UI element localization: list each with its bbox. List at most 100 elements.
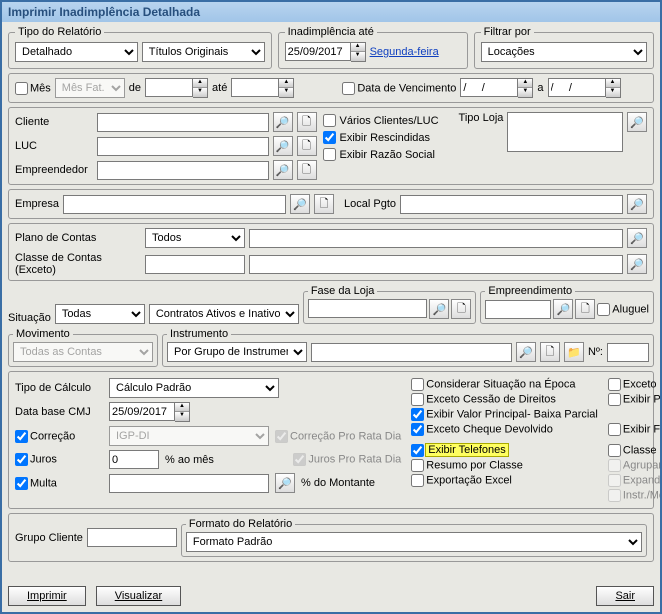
juros-checkbox[interactable] <box>15 453 28 466</box>
classe-contas-input[interactable] <box>249 255 623 274</box>
mes-check-label[interactable]: Mês <box>15 82 51 95</box>
empreendimento-input[interactable] <box>485 300 551 319</box>
movimento-select: Todas as Contas <box>13 342 153 362</box>
empresa-input[interactable] <box>63 195 286 214</box>
resumo-classe-check[interactable]: Resumo por Classe <box>411 459 598 472</box>
fase-loja-input[interactable] <box>308 299 428 318</box>
database-spinner[interactable]: ▲▼ <box>175 402 190 422</box>
clear-icon[interactable]: 🗋 <box>297 112 317 132</box>
instrumento-select[interactable]: Por Grupo de Instrumen <box>167 342 307 362</box>
exibir-parcial-check[interactable]: Exibir Parcial <box>608 393 660 406</box>
binoculars-icon[interactable]: 🔎 <box>273 112 293 132</box>
database-input[interactable] <box>109 402 175 421</box>
cliente-input[interactable] <box>97 113 269 132</box>
titulos-select[interactable]: Títulos Originais <box>142 42 265 62</box>
clear-icon[interactable]: 🗋 <box>575 299 595 319</box>
empreendedor-label: Empreendedor <box>15 164 93 176</box>
exc-ia-check[interactable]: Exceto IA <box>608 378 660 391</box>
no-input[interactable] <box>607 343 649 362</box>
date-spinner[interactable]: ▲▼ <box>351 42 366 62</box>
luc-input[interactable] <box>97 137 269 156</box>
mes-de-input[interactable] <box>145 78 193 97</box>
correcao-check[interactable]: Correção <box>15 430 103 443</box>
mes-ate-input[interactable] <box>231 78 279 97</box>
razao-checkbox[interactable] <box>323 148 336 161</box>
exibir-telefones-check[interactable]: Exibir Telefones <box>411 444 598 457</box>
inadimplencia-date-input[interactable] <box>285 42 351 61</box>
luc-label: LUC <box>15 140 93 152</box>
tipoloja-input[interactable] <box>507 112 623 152</box>
plano-contas-label: Plano de Contas <box>15 232 141 244</box>
instrumento-input[interactable] <box>311 343 512 362</box>
clear-icon[interactable]: 🗋 <box>451 299 471 319</box>
plano-contas-input[interactable] <box>249 229 623 248</box>
vcto-de-input[interactable] <box>460 78 518 97</box>
igp-select: IGP-DI <box>109 426 269 446</box>
varios-checkbox[interactable] <box>323 114 336 127</box>
binoculars-icon[interactable]: 🔎 <box>429 299 449 319</box>
situacao-select[interactable]: Todas <box>55 304 145 324</box>
exibir-rescind-check[interactable]: Exibir Rescindidas <box>323 131 453 144</box>
clear-icon[interactable]: 🗋 <box>297 160 317 180</box>
multa-input[interactable] <box>109 474 269 493</box>
folder-icon[interactable]: 📁 <box>564 342 584 362</box>
local-pgto-input[interactable] <box>400 195 623 214</box>
mes-de-spinner[interactable]: ▲▼ <box>193 78 208 98</box>
exc-cheque-check[interactable]: Exceto Cheque Devolvido <box>411 423 598 436</box>
binoculars-icon[interactable]: 🔎 <box>627 194 647 214</box>
binoculars-icon[interactable]: 🔎 <box>627 228 647 248</box>
vcto-check-label[interactable]: Data de Vencimento <box>342 82 456 95</box>
tipo-calculo-select[interactable]: Cálculo Padrão <box>109 378 279 398</box>
prorata-check: Correção Pro Rata Dia <box>275 430 401 443</box>
vcto-de-spinner[interactable]: ▲▼ <box>518 78 533 98</box>
day-of-week-link[interactable]: Segunda-feira <box>370 46 439 58</box>
rescind-checkbox[interactable] <box>323 131 336 144</box>
formato-select[interactable]: Formato Padrão <box>186 532 642 552</box>
agrupar-check: Agrupar <box>608 459 660 472</box>
exibir-valor-check[interactable]: Exibir Valor Principal- Baixa Parcial <box>411 408 598 421</box>
grupo-cliente-input[interactable] <box>87 528 177 547</box>
correcao-checkbox[interactable] <box>15 430 28 443</box>
exibir-razao-check[interactable]: Exibir Razão Social <box>323 148 453 161</box>
aluguel-checkbox[interactable] <box>597 303 610 316</box>
clear-icon[interactable]: 🗋 <box>314 194 334 214</box>
multa-check[interactable]: Multa <box>15 477 103 490</box>
vcto-checkbox[interactable] <box>342 82 355 95</box>
binoculars-icon[interactable]: 🔎 <box>290 194 310 214</box>
filtrar-por-select[interactable]: Locações <box>481 42 647 62</box>
juros-input[interactable] <box>109 450 159 469</box>
sair-button[interactable]: Sair <box>596 586 654 606</box>
visualizar-button[interactable]: Visualizar <box>96 586 182 606</box>
binoculars-icon[interactable]: 🔎 <box>627 254 647 274</box>
export-excel-check[interactable]: Exportação Excel <box>411 474 598 487</box>
vcto-ate-input[interactable] <box>548 78 606 97</box>
pct-montante-label: % do Montante <box>301 477 375 489</box>
vcto-ate-spinner[interactable]: ▲▼ <box>606 78 621 98</box>
binoculars-icon[interactable]: 🔎 <box>273 160 293 180</box>
clear-icon[interactable]: 🗋 <box>540 342 560 362</box>
juros-check[interactable]: Juros <box>15 453 103 466</box>
plano-contas-select[interactable]: Todos <box>145 228 245 248</box>
clear-icon[interactable]: 🗋 <box>297 136 317 156</box>
situacao-label: Situação <box>8 312 51 324</box>
classe-contas-label: Classe de Contas (Exceto) <box>15 252 141 276</box>
sit-epoca-check[interactable]: Considerar Situação na Época <box>411 378 598 391</box>
binoculars-icon[interactable]: 🔎 <box>516 342 536 362</box>
contratos-select[interactable]: Contratos Ativos e Inativo <box>149 304 299 324</box>
exibir-fiadores-check[interactable]: Exibir Fiadores <box>608 423 660 436</box>
multa-checkbox[interactable] <box>15 477 28 490</box>
exc-cessao-check[interactable]: Exceto Cessão de Direitos <box>411 393 598 406</box>
aluguel-check[interactable]: Aluguel <box>597 303 649 316</box>
binoculars-icon[interactable]: 🔎 <box>627 112 647 132</box>
binoculars-icon[interactable]: 🔎 <box>273 136 293 156</box>
mes-checkbox[interactable] <box>15 82 28 95</box>
classe-contas-code[interactable] <box>145 255 245 274</box>
varios-clientes-check[interactable]: Vários Clientes/LUC <box>323 114 453 127</box>
detalhe-select[interactable]: Detalhado <box>15 42 138 62</box>
empreendedor-input[interactable] <box>97 161 269 180</box>
imprimir-button[interactable]: Imprimir <box>8 586 86 606</box>
mes-ate-spinner[interactable]: ▲▼ <box>279 78 294 98</box>
binoculars-icon[interactable]: 🔎 <box>553 299 573 319</box>
classe-boleto-check[interactable]: Classe Boleto <box>608 444 660 457</box>
binoculars-icon[interactable]: 🔎 <box>275 473 295 493</box>
